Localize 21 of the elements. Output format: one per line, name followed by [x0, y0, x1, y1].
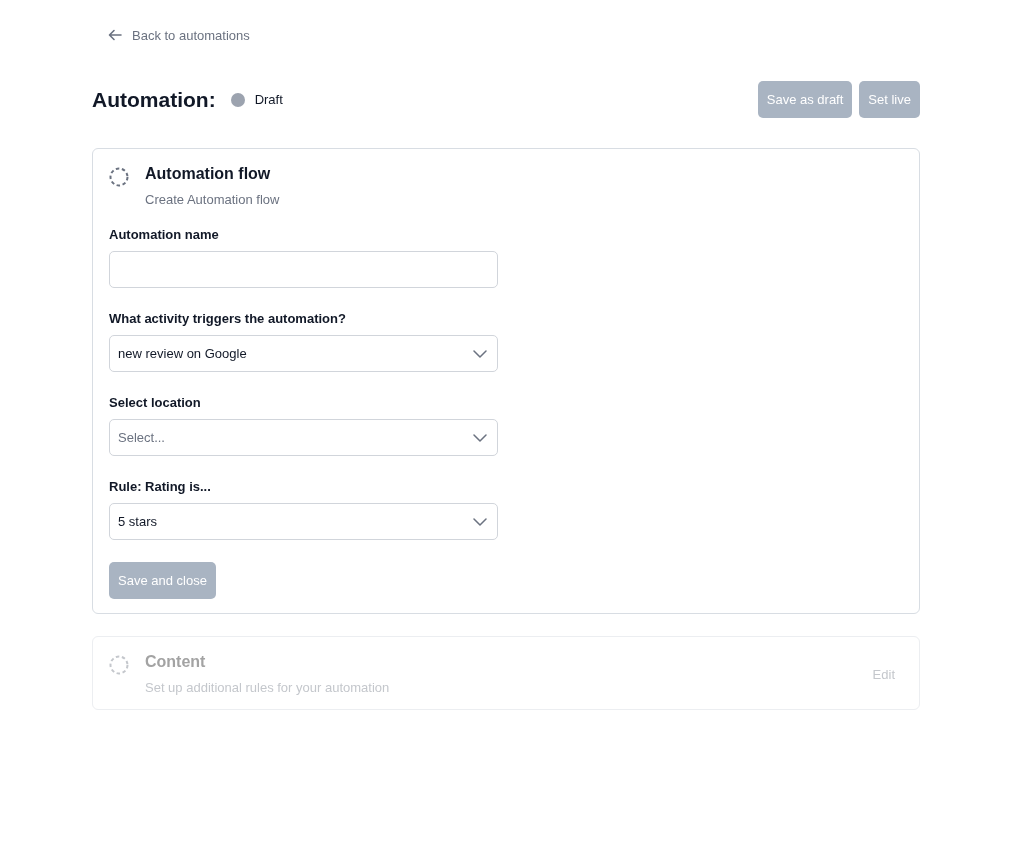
chevron-down-icon [473, 517, 487, 526]
section-title: Automation flow [145, 165, 272, 183]
status-label: Draft [254, 92, 283, 107]
select-dropdown[interactable]: Select... [109, 419, 498, 456]
text-input-field[interactable] [109, 251, 498, 288]
section-subtitle: Set up additional rules for your automation [145, 680, 391, 695]
field-label: Rule: Rating is... [109, 479, 212, 494]
dashed-circle-icon [109, 167, 129, 187]
back-link[interactable]: Back to automations [92, 27, 250, 43]
field-label: Select location [109, 395, 202, 410]
field-label: What activity triggers the automation? [109, 311, 347, 326]
dashed-circle-icon [109, 655, 129, 675]
field-label: Automation name [109, 227, 220, 242]
select-dropdown[interactable]: new review on Google [109, 335, 498, 372]
section-subtitle: Create Automation flow [145, 192, 281, 207]
select-dropdown[interactable]: 5 stars [109, 503, 498, 540]
arrow-left-icon [108, 29, 122, 41]
chevron-down-icon [473, 349, 487, 358]
chevron-down-icon [473, 433, 487, 442]
page-title: Automation: [92, 87, 216, 112]
section-title: Content [145, 653, 207, 671]
